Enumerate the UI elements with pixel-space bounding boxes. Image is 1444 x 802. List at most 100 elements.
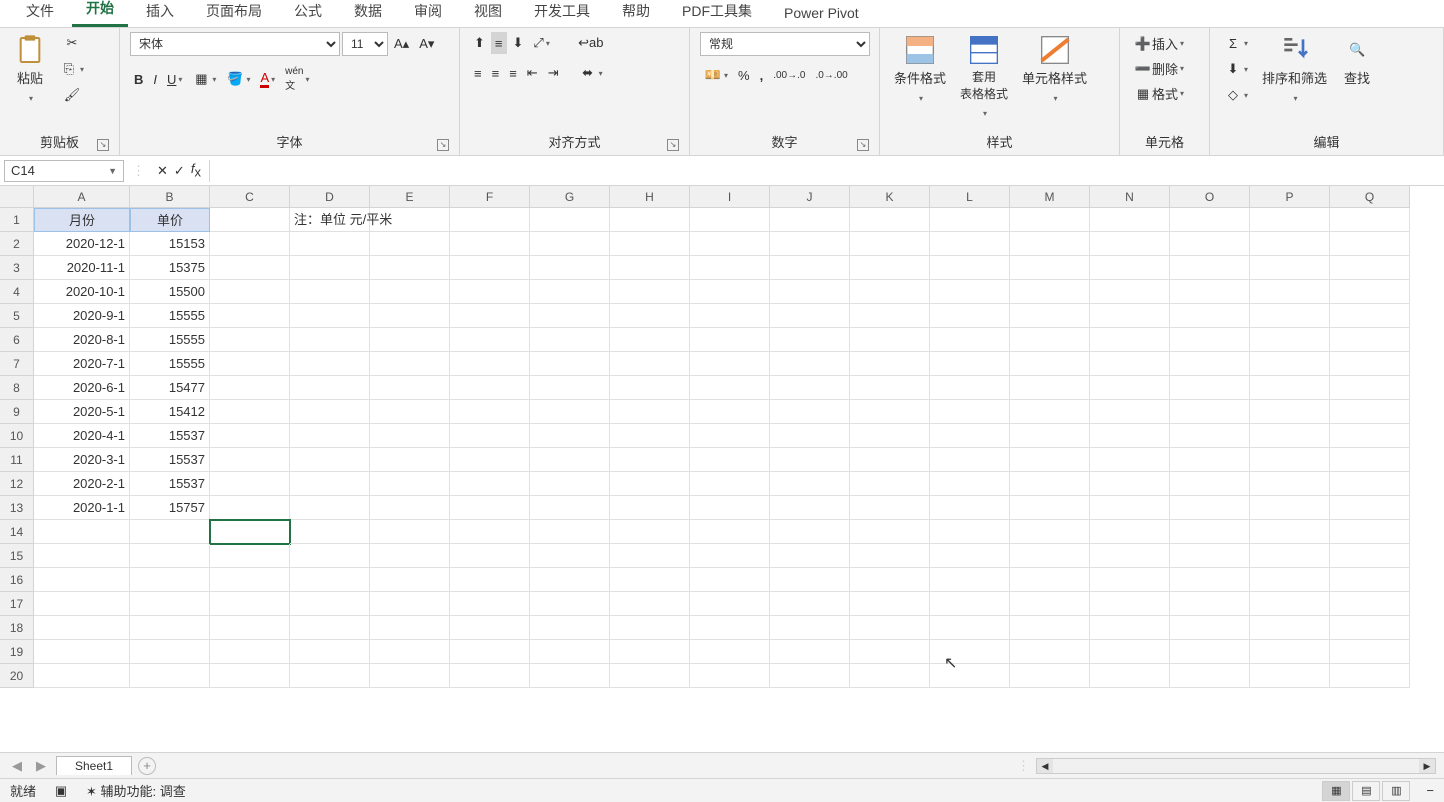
cell-M14[interactable] [1010,520,1090,544]
cell-L11[interactable] [930,448,1010,472]
cell-G8[interactable] [530,376,610,400]
cell-M8[interactable] [1010,376,1090,400]
cell-B20[interactable] [130,664,210,688]
align-left-button[interactable]: ≡ [470,62,486,84]
row-header-2[interactable]: 2 [0,232,34,256]
cell-D8[interactable] [290,376,370,400]
cell-K1[interactable] [850,208,930,232]
cell-F5[interactable] [450,304,530,328]
cell-M6[interactable] [1010,328,1090,352]
cell-E8[interactable] [370,376,450,400]
paste-button[interactable]: 粘贴 [10,32,50,106]
cell-B19[interactable] [130,640,210,664]
cell-I11[interactable] [690,448,770,472]
tab-公式[interactable]: 公式 [280,0,336,27]
cell-C6[interactable] [210,328,290,352]
row-header-16[interactable]: 16 [0,568,34,592]
cell-E10[interactable] [370,424,450,448]
cell-M12[interactable] [1010,472,1090,496]
cell-P18[interactable] [1250,616,1330,640]
cell-N16[interactable] [1090,568,1170,592]
row-header-10[interactable]: 10 [0,424,34,448]
cell-P19[interactable] [1250,640,1330,664]
cell-A18[interactable] [34,616,130,640]
cell-K9[interactable] [850,400,930,424]
cell-C2[interactable] [210,232,290,256]
cell-B10[interactable]: 15537 [130,424,210,448]
name-box[interactable]: C14▼ [4,160,124,182]
cell-M5[interactable] [1010,304,1090,328]
cell-B1[interactable]: 单价 [130,208,210,232]
cell-G9[interactable] [530,400,610,424]
cell-N10[interactable] [1090,424,1170,448]
cell-D10[interactable] [290,424,370,448]
fill-button[interactable]: ⬇ [1220,58,1252,80]
italic-button[interactable]: I [149,68,161,90]
cell-O6[interactable] [1170,328,1250,352]
enter-formula-button[interactable]: ✓ [174,163,185,179]
col-header-O[interactable]: O [1170,186,1250,208]
cell-F13[interactable] [450,496,530,520]
tab-开始[interactable]: 开始 [72,0,128,27]
cell-C4[interactable] [210,280,290,304]
cell-B5[interactable]: 15555 [130,304,210,328]
cell-H7[interactable] [610,352,690,376]
cell-K18[interactable] [850,616,930,640]
cell-K5[interactable] [850,304,930,328]
cell-Q16[interactable] [1330,568,1410,592]
cell-D18[interactable] [290,616,370,640]
cell-Q7[interactable] [1330,352,1410,376]
cell-G2[interactable] [530,232,610,256]
cell-D12[interactable] [290,472,370,496]
cell-J19[interactable] [770,640,850,664]
cell-B15[interactable] [130,544,210,568]
font-name-select[interactable]: 宋体 [130,32,340,56]
cell-E9[interactable] [370,400,450,424]
row-header-9[interactable]: 9 [0,400,34,424]
cell-F1[interactable] [450,208,530,232]
cell-J15[interactable] [770,544,850,568]
cell-N14[interactable] [1090,520,1170,544]
cell-I8[interactable] [690,376,770,400]
cell-P3[interactable] [1250,256,1330,280]
col-header-Q[interactable]: Q [1330,186,1410,208]
cell-C11[interactable] [210,448,290,472]
cell-O11[interactable] [1170,448,1250,472]
cell-H17[interactable] [610,592,690,616]
cell-L12[interactable] [930,472,1010,496]
cell-P20[interactable] [1250,664,1330,688]
cell-E17[interactable] [370,592,450,616]
cell-J6[interactable] [770,328,850,352]
cell-O20[interactable] [1170,664,1250,688]
cell-O8[interactable] [1170,376,1250,400]
cell-D5[interactable] [290,304,370,328]
cell-O16[interactable] [1170,568,1250,592]
cell-A16[interactable] [34,568,130,592]
increase-decimal-button[interactable]: .00→.0 [769,64,809,86]
cell-H8[interactable] [610,376,690,400]
border-button[interactable]: ▦ [188,68,220,90]
cell-H16[interactable] [610,568,690,592]
cell-P10[interactable] [1250,424,1330,448]
cell-H11[interactable] [610,448,690,472]
row-header-3[interactable]: 3 [0,256,34,280]
cell-K3[interactable] [850,256,930,280]
cancel-formula-button[interactable]: ✕ [157,163,168,179]
cell-O17[interactable] [1170,592,1250,616]
bold-button[interactable]: B [130,68,147,90]
cell-M10[interactable] [1010,424,1090,448]
row-header-6[interactable]: 6 [0,328,34,352]
col-header-D[interactable]: D [290,186,370,208]
cell-B3[interactable]: 15375 [130,256,210,280]
cell-D19[interactable] [290,640,370,664]
cell-F4[interactable] [450,280,530,304]
page-break-view-button[interactable]: ▥ [1382,781,1410,801]
horizontal-scrollbar[interactable]: ◀▶ [1036,758,1436,774]
select-all-corner[interactable] [0,186,34,208]
cell-F9[interactable] [450,400,530,424]
col-header-B[interactable]: B [130,186,210,208]
row-header-1[interactable]: 1 [0,208,34,232]
cell-J4[interactable] [770,280,850,304]
cell-G11[interactable] [530,448,610,472]
cell-C7[interactable] [210,352,290,376]
